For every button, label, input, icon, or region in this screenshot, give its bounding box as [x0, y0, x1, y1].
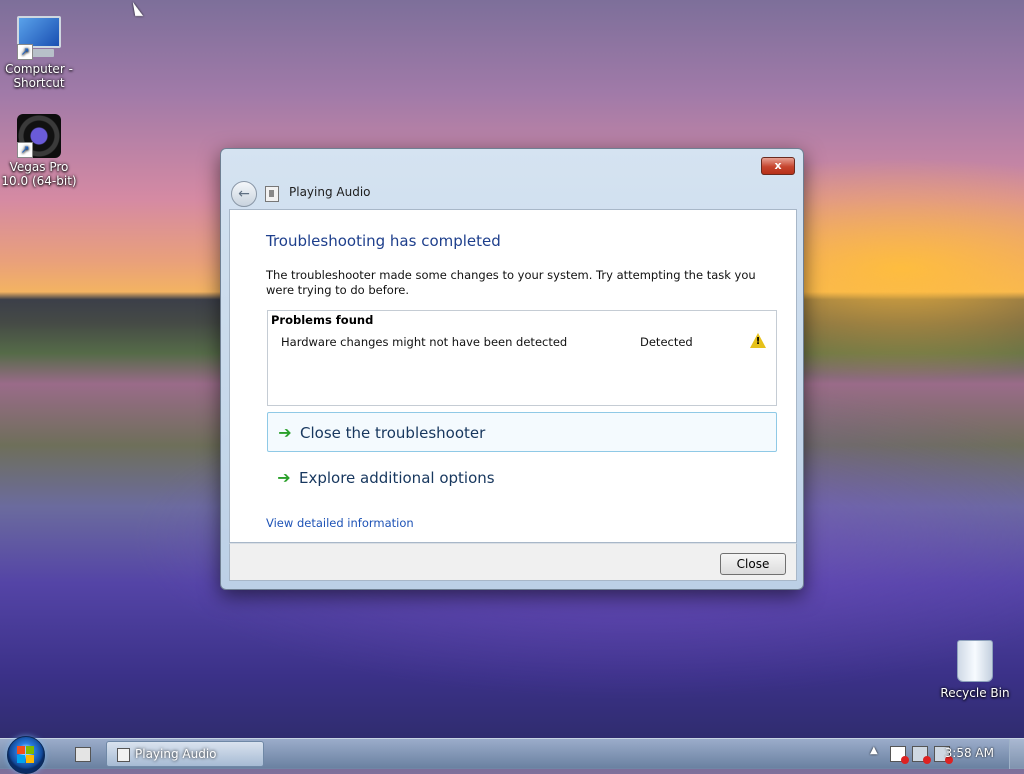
start-button[interactable]	[7, 736, 45, 774]
command-link-label: Explore additional options	[299, 469, 495, 487]
show-desktop-button[interactable]	[1009, 739, 1024, 769]
nav-title: Playing Audio	[289, 185, 371, 199]
action-center-icon[interactable]	[890, 746, 909, 764]
pinned-app-button[interactable]	[66, 743, 98, 765]
problem-text: Hardware changes might not have been det…	[281, 335, 568, 349]
page-title: Troubleshooting has completed	[266, 232, 501, 250]
close-button[interactable]: Close	[720, 553, 786, 575]
desktop-icon-computer[interactable]: ↗ Computer - Shortcut	[1, 12, 77, 90]
back-button[interactable]: ←	[231, 181, 257, 207]
dialog-footer: Close	[229, 543, 797, 581]
command-link-label: Close the troubleshooter	[300, 424, 486, 442]
troubleshooter-icon	[265, 186, 279, 202]
vegas-pro-icon: ↗	[17, 114, 61, 158]
navigation-bar: ← Playing Audio	[229, 181, 789, 207]
desktop-icon-vegas-pro[interactable]: ↗ Vegas Pro 10.0 (64-bit)	[1, 114, 77, 188]
problems-found-box: Problems found Hardware changes might no…	[267, 310, 777, 406]
desktop-icon-label: Computer - Shortcut	[5, 62, 73, 90]
window-close-button[interactable]: x	[761, 157, 795, 175]
green-arrow-icon: ➔	[277, 468, 291, 487]
view-detailed-information-link[interactable]: View detailed information	[266, 516, 414, 530]
system-tray: ▲ 3:58 AM	[834, 739, 1024, 769]
problem-row[interactable]: Hardware changes might not have been det…	[268, 333, 776, 351]
desktop-icon-label: Vegas Pro 10.0 (64-bit)	[1, 160, 77, 188]
description-text: The troubleshooter made some changes to …	[266, 268, 756, 297]
close-troubleshooter-link[interactable]: ➔ Close the troubleshooter	[267, 412, 777, 452]
clock[interactable]: 3:58 AM	[945, 746, 994, 760]
taskbar-item-label: Playing Audio	[135, 747, 217, 761]
taskbar: Playing Audio ▲ 3:58 AM	[0, 736, 1024, 774]
shortcut-arrow-icon: ↗	[17, 44, 33, 60]
troubleshooter-icon	[117, 748, 130, 762]
problem-status: Detected	[640, 335, 693, 349]
desktop-icon-recycle-bin[interactable]: Recycle Bin	[937, 638, 1013, 700]
windows-logo-icon	[17, 746, 34, 763]
app-window-icon	[75, 747, 91, 762]
mouse-cursor-icon	[132, 2, 144, 16]
network-icon[interactable]	[912, 746, 931, 764]
back-arrow-icon: ←	[238, 186, 250, 202]
taskbar-item-playing-audio[interactable]: Playing Audio	[106, 741, 264, 767]
content-pane: Troubleshooting has completed The troubl…	[229, 209, 797, 543]
desktop-icon-label: Recycle Bin	[940, 686, 1010, 700]
computer-icon: ↗	[17, 16, 61, 60]
recycle-bin-icon	[953, 640, 997, 684]
shortcut-arrow-icon: ↗	[17, 142, 33, 158]
troubleshooter-window: x ← Playing Audio Troubleshooting has co…	[220, 148, 804, 590]
problems-found-title: Problems found	[271, 313, 374, 327]
explore-options-link[interactable]: ➔ Explore additional options	[267, 458, 777, 498]
show-hidden-icons-button[interactable]: ▲	[870, 745, 878, 761]
green-arrow-icon: ➔	[278, 423, 292, 442]
